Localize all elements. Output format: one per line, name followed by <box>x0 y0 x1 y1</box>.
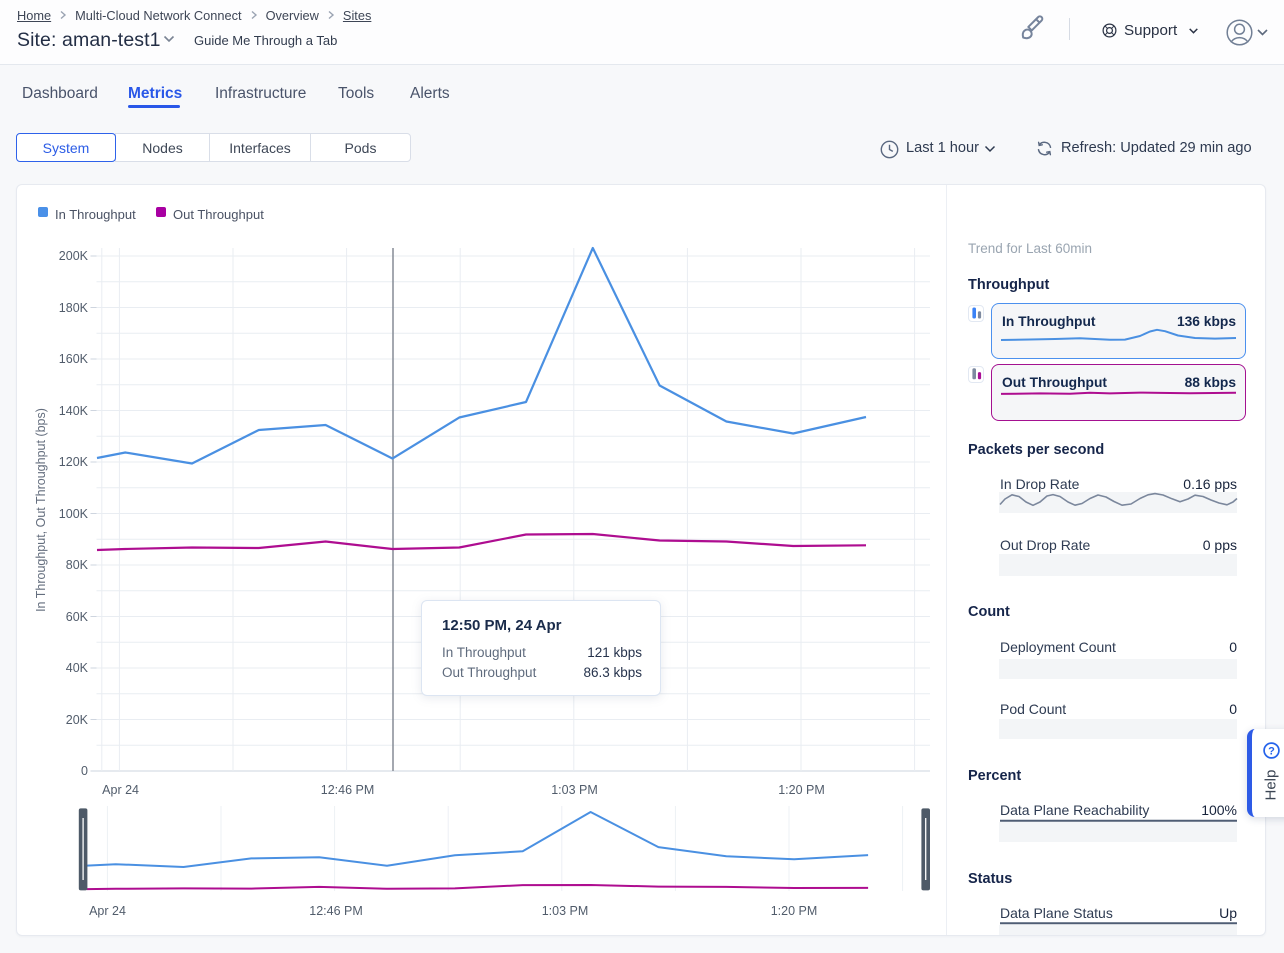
svg-text:?: ? <box>1268 745 1275 757</box>
